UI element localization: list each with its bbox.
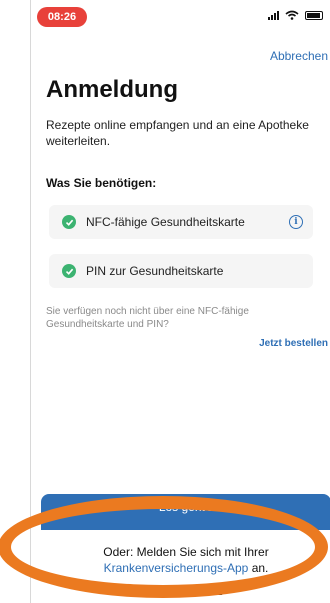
hint-text: Sie verfügen noch nicht über eine NFC-fä… [46,306,249,330]
order-now-link[interactable]: Jetzt bestellen [259,338,328,349]
battery-icon [305,10,323,20]
insurance-app-link[interactable]: Krankenversicherungs-App [104,561,249,575]
cellular-signal-icon [268,10,279,20]
requirement-label: NFC-fähige Gesundheitskarte [86,215,245,229]
status-icons [268,10,323,20]
alternative-login: Oder: Melden Sie sich mit Ihrer Krankenv… [66,544,306,576]
intro-text: Rezepte online empfangen und an eine Apo… [46,118,309,148]
requirement-label: PIN zur Gesundheitskarte [86,264,224,278]
status-bar: 08:26 [31,0,330,34]
checkmark-icon [62,215,76,229]
checkmark-icon [62,264,76,278]
wifi-icon [285,10,299,20]
cancel-button[interactable]: Abbrechen [270,49,328,63]
home-indicator [143,591,223,595]
alternative-prefix: Oder: Melden Sie sich mit Ihrer [103,545,269,559]
start-button[interactable]: Los geht's [41,494,330,530]
requirement-nfc-card: NFC-fähige Gesundheitskarte i [49,205,313,239]
page-title: Anmeldung [46,76,178,103]
requirement-pin: PIN zur Gesundheitskarte [49,254,313,288]
info-icon[interactable]: i [289,215,303,229]
requirements-heading: Was Sie benötigen: [46,176,157,190]
phone-screen: 08:26 Abbrechen Anmeldung Rezepte online… [30,0,330,603]
alternative-suffix: an. [251,561,269,575]
status-time: 08:26 [37,7,87,27]
